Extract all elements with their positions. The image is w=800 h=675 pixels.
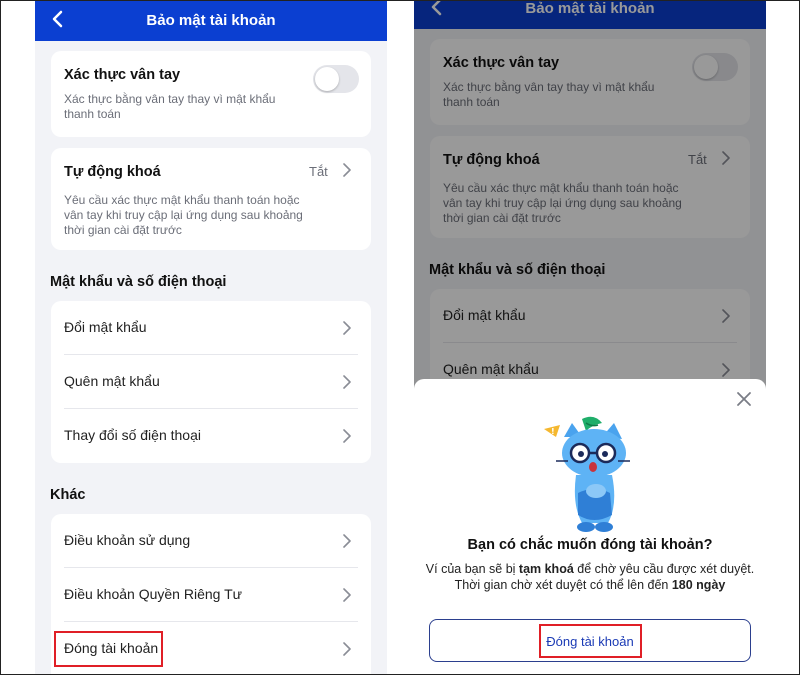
list-item-privacy-terms[interactable]: Điều khoản Quyền Riêng Tư <box>51 568 371 622</box>
highlight-box <box>539 624 642 658</box>
close-icon[interactable] <box>736 391 752 407</box>
chevron-right-icon <box>343 429 355 445</box>
autolock-desc-line3: thời gian cài đặt trước <box>64 223 182 237</box>
autolock-value: Tắt <box>309 164 328 179</box>
list-item-label: Điều khoản Quyền Riêng Tư <box>64 586 242 602</box>
chevron-right-icon <box>343 588 355 604</box>
page-title: Bảo mật tài khoản <box>146 12 276 29</box>
fingerprint-toggle[interactable] <box>313 65 359 93</box>
list-item-label: Quên mật khẩu <box>64 373 160 389</box>
autolock-title: Tự động khoá <box>64 164 161 180</box>
list-item-terms-of-use[interactable]: Điều khoản sử dụng <box>51 514 371 568</box>
toggle-knob <box>315 67 339 91</box>
close-account-dialog-screen: Bảo mật tài khoản Xác thực vân tay Xác t… <box>414 1 766 674</box>
list-item-change-phone[interactable]: Thay đổi số điện thoại <box>51 409 371 463</box>
list-item-change-password[interactable]: Đổi mật khẩu <box>51 301 371 355</box>
dialog-text: Thời gian chờ xét duyệt có thể lên đến <box>454 578 672 592</box>
list-item-forgot-password[interactable]: Quên mật khẩu <box>51 355 371 409</box>
cat-mascot-illustration: ! <box>542 415 642 533</box>
screenshot-frame: Bảo mật tài khoản Xác thực vân tay Xác t… <box>0 0 800 675</box>
dialog-text: để chờ yêu cầu được xét duyệt. <box>573 562 755 576</box>
section-title-other: Khác <box>50 487 86 503</box>
chevron-right-icon <box>343 163 355 179</box>
chevron-right-icon <box>343 375 355 391</box>
app-header: Bảo mật tài khoản <box>35 1 387 41</box>
list-item-label: Thay đổi số điện thoại <box>64 427 201 443</box>
autolock-card[interactable]: Tự động khoá Tắt Yêu cầu xác thực mật kh… <box>51 148 371 250</box>
dialog-text: Ví của bạn sẽ bị <box>425 562 519 576</box>
fingerprint-desc-line1: Xác thực bằng vân tay thay vì mật khẩu <box>64 92 276 106</box>
dialog-text-bold: 180 ngày <box>671 578 726 592</box>
chevron-right-icon <box>343 642 355 658</box>
dialog-text-bold: tạm khoá <box>518 562 574 576</box>
dialog-message-line2: Thời gian chờ xét duyệt có thể lên đến 1… <box>414 578 766 592</box>
highlight-box <box>54 631 163 667</box>
list-item-label: Điều khoản sử dụng <box>64 532 191 548</box>
fingerprint-title: Xác thực vân tay <box>64 67 181 83</box>
autolock-desc-line1: Yêu cầu xác thực mật khẩu thanh toán hoặ… <box>64 193 300 207</box>
chevron-right-icon <box>343 321 355 337</box>
autolock-desc-line2: vân tay khi truy cập lại ứng dụng sau kh… <box>64 208 303 222</box>
close-account-dialog: ! Bạn có chắc muốn đóng tài khoản? Ví củ… <box>414 379 766 674</box>
password-list: Đổi mật khẩu Quên mật khẩu Thay đổi số đ… <box>51 301 371 463</box>
dialog-message-line1: Ví của bạn sẽ bị tạm khoá để chờ yêu cầu… <box>414 562 766 576</box>
fingerprint-desc-line2: thanh toán <box>64 107 121 121</box>
dialog-title: Bạn có chắc muốn đóng tài khoản? <box>467 537 713 553</box>
chevron-right-icon <box>343 534 355 550</box>
fingerprint-card: Xác thực vân tay Xác thực bằng vân tay t… <box>51 51 371 137</box>
section-title-password: Mật khẩu và số điện thoại <box>50 274 227 290</box>
svg-text:!: ! <box>551 427 555 436</box>
security-settings-screen: Bảo mật tài khoản Xác thực vân tay Xác t… <box>35 1 387 674</box>
list-item-label: Đổi mật khẩu <box>64 319 147 335</box>
